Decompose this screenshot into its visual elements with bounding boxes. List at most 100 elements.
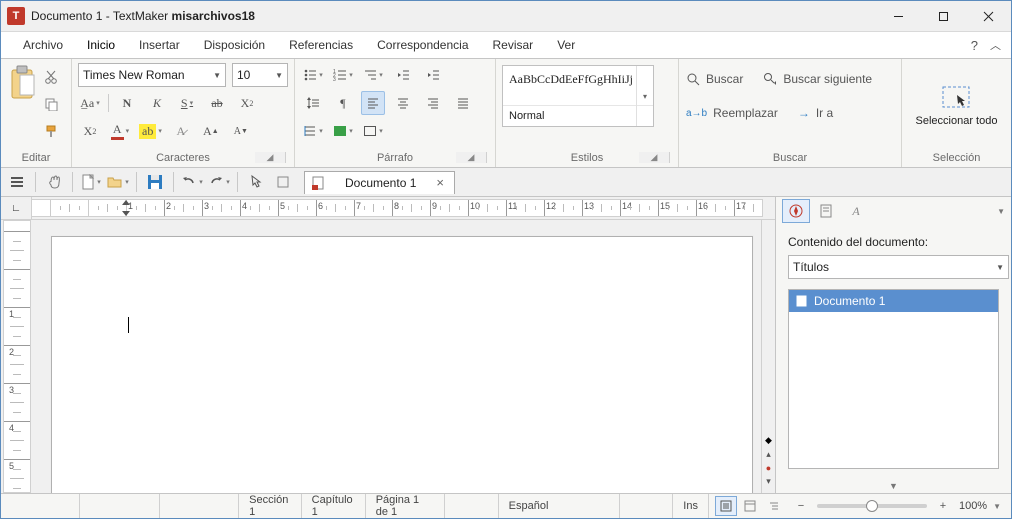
tabs-button[interactable]: ▾ xyxy=(301,119,325,143)
align-right-button[interactable] xyxy=(421,91,445,115)
change-case-button[interactable]: A̲a▾ xyxy=(78,91,102,115)
qat-save-button[interactable] xyxy=(143,171,167,193)
font-size-combo[interactable]: 10▼ xyxy=(232,63,288,87)
bullets-button[interactable]: ▾ xyxy=(301,63,325,87)
tab-selector[interactable]: ∟ xyxy=(1,197,32,219)
borders-button[interactable]: ▾ xyxy=(361,119,385,143)
view-outline-button[interactable] xyxy=(763,496,785,516)
replace-button[interactable]: a→bReemplazar xyxy=(685,101,779,125)
style-gallery[interactable]: AaBbCcDdEeFfGgHhIiJj Normal ▾ xyxy=(502,65,654,127)
sidepanel-collapse[interactable]: ▼ xyxy=(776,479,1011,493)
font-color-button[interactable]: A▾ xyxy=(108,119,132,143)
find-next-button[interactable]: Buscar siguiente xyxy=(762,67,873,91)
status-bar: Sección 1 Capítulo 1 Página 1 de 1 Españ… xyxy=(1,493,1011,518)
align-left-button[interactable] xyxy=(361,91,385,115)
select-all-button[interactable]: Seleccionar todo xyxy=(916,83,998,128)
status-page[interactable]: Página 1 de 1 xyxy=(366,494,445,518)
status-line[interactable] xyxy=(80,494,159,518)
maximize-button[interactable] xyxy=(921,1,966,31)
horizontal-ruler[interactable]: 1234567891011121314151617 xyxy=(32,199,763,217)
decrease-indent-button[interactable] xyxy=(391,63,415,87)
style-dropdown-icon[interactable]: ▾ xyxy=(636,66,653,126)
shading-button[interactable]: ▾ xyxy=(331,119,355,143)
zoom-out-button[interactable]: − xyxy=(791,497,811,515)
sidetab-styles[interactable]: A xyxy=(842,199,870,223)
superscript-button[interactable]: X2 xyxy=(78,119,102,143)
highlight-button[interactable]: ab▾ xyxy=(138,119,163,143)
qat-open-button[interactable]: ▾ xyxy=(106,171,130,193)
qat-undo-button[interactable]: ▾ xyxy=(180,171,204,193)
search-icon xyxy=(686,72,700,86)
replace-icon: a→b xyxy=(686,108,707,119)
strikethrough-button[interactable]: ab xyxy=(205,91,229,115)
bold-button[interactable]: N xyxy=(115,91,139,115)
zoom-value[interactable]: 100% xyxy=(959,500,987,512)
line-spacing-button[interactable] xyxy=(301,91,325,115)
minimize-button[interactable] xyxy=(876,1,921,31)
menu-referencias[interactable]: Referencias xyxy=(277,32,365,58)
qat-object-button[interactable] xyxy=(271,171,295,193)
sidetab-navigator[interactable] xyxy=(782,199,810,223)
menu-disposicion[interactable]: Disposición xyxy=(192,32,277,58)
page[interactable] xyxy=(51,236,753,493)
outline-level-combo[interactable]: Títulos▼ xyxy=(788,255,1009,279)
menu-archivo[interactable]: Archivo xyxy=(11,32,75,58)
document-viewport[interactable] xyxy=(33,220,761,493)
status-insert-mode[interactable]: Ins xyxy=(673,494,709,518)
status-col[interactable] xyxy=(1,494,80,518)
subscript-button[interactable]: X2 xyxy=(235,91,259,115)
status-extra1[interactable] xyxy=(445,494,499,518)
clear-format-button[interactable]: A̷ xyxy=(169,119,193,143)
shrink-font-button[interactable]: A▼ xyxy=(229,119,253,143)
doc-tab-close[interactable]: × xyxy=(436,175,444,190)
paste-button[interactable] xyxy=(7,63,35,103)
dialog-launcher-icon[interactable]: ◢ xyxy=(255,152,286,163)
view-master-button[interactable] xyxy=(739,496,761,516)
underline-button[interactable]: S▾ xyxy=(175,91,199,115)
align-center-button[interactable] xyxy=(391,91,415,115)
zoom-menu-button[interactable]: ▼ xyxy=(993,502,1001,511)
font-family-combo[interactable]: Times New Roman▼ xyxy=(78,63,226,87)
sidetab-thumbnails[interactable] xyxy=(812,199,840,223)
pilcrow-button[interactable]: ¶ xyxy=(331,91,355,115)
outline-item[interactable]: Documento 1 xyxy=(789,290,998,312)
numbering-button[interactable]: 123▾ xyxy=(331,63,355,87)
increase-indent-button[interactable] xyxy=(421,63,445,87)
goto-button[interactable]: →Ir a xyxy=(797,101,834,125)
status-section[interactable]: Sección 1 xyxy=(239,494,301,518)
close-button[interactable] xyxy=(966,1,1011,31)
copy-button[interactable] xyxy=(39,92,63,116)
status-pos[interactable] xyxy=(160,494,239,518)
help-button[interactable]: ? xyxy=(971,38,978,53)
justify-button[interactable] xyxy=(451,91,475,115)
vertical-ruler[interactable]: 12345 xyxy=(3,220,31,493)
qat-new-button[interactable]: ▾ xyxy=(79,171,103,193)
collapse-ribbon-button[interactable]: ︿ xyxy=(990,37,1001,53)
qat-pointer-button[interactable] xyxy=(244,171,268,193)
status-chapter[interactable]: Capítulo 1 xyxy=(302,494,366,518)
sidepanel-menu-button[interactable]: ▼ xyxy=(997,207,1005,216)
zoom-slider[interactable] xyxy=(817,504,927,508)
italic-button[interactable]: K xyxy=(145,91,169,115)
menu-insertar[interactable]: Insertar xyxy=(127,32,192,58)
dialog-launcher-icon[interactable]: ◢ xyxy=(639,152,670,163)
format-painter-button[interactable] xyxy=(39,119,63,143)
zoom-in-button[interactable]: + xyxy=(933,497,953,515)
cut-button[interactable] xyxy=(39,65,63,89)
document-tab[interactable]: Documento 1 × xyxy=(304,171,455,194)
multilevel-button[interactable]: ▾ xyxy=(361,63,385,87)
menu-inicio[interactable]: Inicio xyxy=(75,32,127,58)
dialog-launcher-icon[interactable]: ◢ xyxy=(456,152,487,163)
status-language[interactable]: Español xyxy=(499,494,620,518)
view-normal-button[interactable] xyxy=(715,496,737,516)
qat-menu-button[interactable] xyxy=(5,171,29,193)
status-extra2[interactable] xyxy=(620,494,674,518)
style-preview: AaBbCcDdEeFfGgHhIiJj xyxy=(503,66,653,106)
menu-ver[interactable]: Ver xyxy=(545,32,587,58)
menu-revisar[interactable]: Revisar xyxy=(481,32,546,58)
menu-correspondencia[interactable]: Correspondencia xyxy=(365,32,480,58)
find-button[interactable]: Buscar xyxy=(685,67,744,91)
grow-font-button[interactable]: A▲ xyxy=(199,119,223,143)
qat-redo-button[interactable]: ▾ xyxy=(207,171,231,193)
qat-pan-button[interactable] xyxy=(42,171,66,193)
